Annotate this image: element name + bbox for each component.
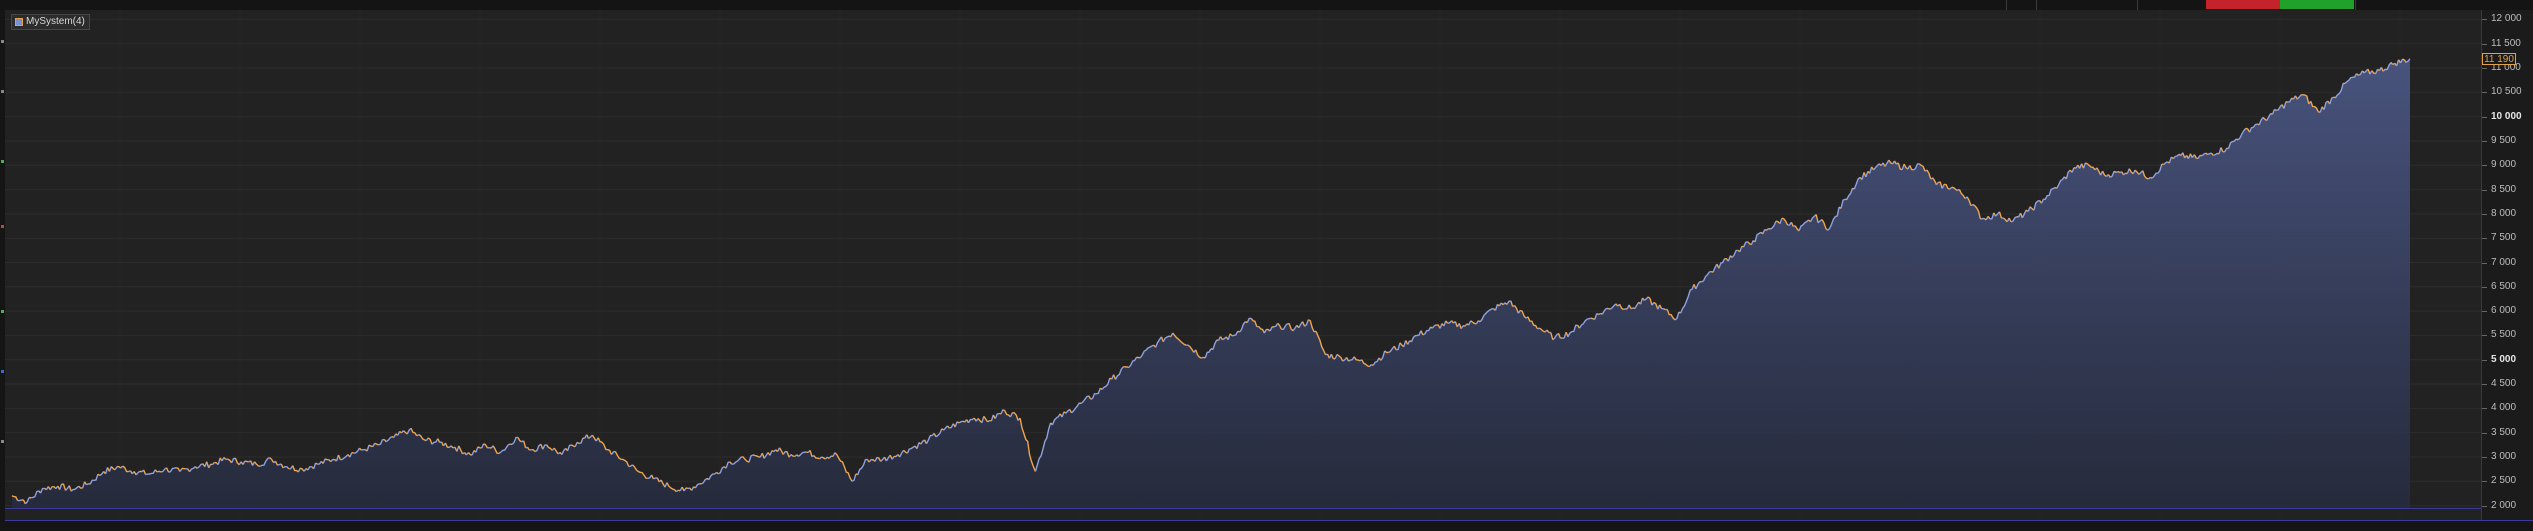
y-tick-mark: [2482, 286, 2487, 288]
y-tick-label: 9 000: [2491, 159, 2517, 171]
series-name: MySystem(4): [26, 16, 85, 27]
equity-line-segment: [158, 470, 162, 473]
y-tick-mark: [2482, 384, 2487, 386]
y-tick-mark: [2482, 92, 2487, 94]
equity-line-segment: [351, 451, 354, 454]
y-tick-label: 4 000: [2491, 402, 2517, 414]
equity-line-segment: [315, 462, 318, 465]
y-tick-mark: [2482, 262, 2487, 264]
y-tick-label: 12 000: [2491, 13, 2522, 25]
y-tick-mark: [2482, 213, 2487, 215]
y-tick-label: 6 500: [2491, 280, 2517, 292]
y-tick-label: 10 000: [2491, 110, 2522, 122]
y-tick-label: 2 000: [2491, 499, 2517, 511]
chart-window: MySystem(4) 12 000 11 500 11 000 10 500 10 0…: [0, 0, 2533, 531]
y-tick-mark: [2482, 165, 2487, 167]
y-tick-mark: [2482, 116, 2487, 118]
equity-chart[interactable]: [0, 0, 2533, 531]
y-tick-mark: [2482, 311, 2487, 313]
equity-line-segment: [17, 499, 22, 502]
equity-line-segment: [1630, 307, 1634, 310]
y-tick-mark: [2482, 189, 2487, 191]
y-tick-mark: [2482, 505, 2487, 507]
equity-line-segment: [361, 448, 366, 451]
equity-line-segment: [685, 487, 689, 490]
equity-line-segment: [1598, 312, 1601, 316]
equity-line-segment: [2274, 108, 2277, 112]
y-tick-label: 10 500: [2491, 86, 2522, 98]
y-tick-mark: [2482, 456, 2487, 458]
y-tick-mark: [2482, 43, 2487, 45]
y-tick-label: 7 500: [2491, 232, 2517, 244]
series-color-swatch: [15, 18, 23, 26]
equity-line-segment: [1663, 308, 1666, 311]
equity-line-segment: [477, 446, 482, 449]
y-tick-label: 5 500: [2491, 329, 2517, 341]
y-tick-mark: [2482, 68, 2487, 70]
equity-line-segment: [1623, 308, 1626, 311]
time-axis[interactable]: [5, 520, 2533, 531]
y-tick-mark: [2482, 238, 2487, 240]
equity-line-segment: [1980, 217, 1985, 220]
equity-line-segment: [1596, 312, 1599, 316]
y-tick-mark: [2482, 335, 2487, 337]
y-tick-mark: [2482, 140, 2487, 142]
equity-line-segment: [1136, 356, 1141, 359]
series-legend[interactable]: MySystem(4): [11, 14, 90, 30]
last-value-badge: 11 190: [2482, 52, 2516, 65]
y-tick-label: 9 500: [2491, 134, 2517, 146]
y-tick-label: 8 500: [2491, 183, 2517, 195]
y-tick-mark: [2482, 359, 2487, 361]
equity-line-segment: [1201, 356, 1204, 359]
equity-line-segment: [244, 460, 249, 463]
y-tick-label: 6 000: [2491, 305, 2517, 317]
equity-line-segment: [156, 470, 160, 473]
y-tick-label: 4 500: [2491, 378, 2517, 390]
y-tick-label: 2 500: [2491, 475, 2517, 487]
y-tick-label: 7 000: [2491, 256, 2517, 268]
y-tick-label: 11 500: [2491, 37, 2521, 49]
equity-line-segment: [2117, 170, 2121, 174]
y-tick-label: 3 500: [2491, 426, 2517, 438]
price-axis[interactable]: 12 000 11 500 11 000 10 500 10 000 9 500 9 000…: [2481, 10, 2533, 520]
y-tick-mark: [2482, 408, 2487, 410]
y-tick-label: 3 000: [2491, 450, 2517, 462]
y-tick-mark: [2482, 432, 2487, 434]
equity-line-segment: [324, 458, 328, 461]
equity-line-segment: [576, 441, 580, 445]
y-tick-label: 5 000: [2491, 353, 2517, 365]
y-tick-mark: [2482, 481, 2487, 483]
equity-line-segment: [1123, 366, 1130, 369]
y-tick-label: 8 000: [2491, 207, 2517, 219]
equity-line-segment: [86, 483, 89, 486]
equity-area: [12, 58, 2410, 509]
y-tick-mark: [2482, 19, 2487, 21]
